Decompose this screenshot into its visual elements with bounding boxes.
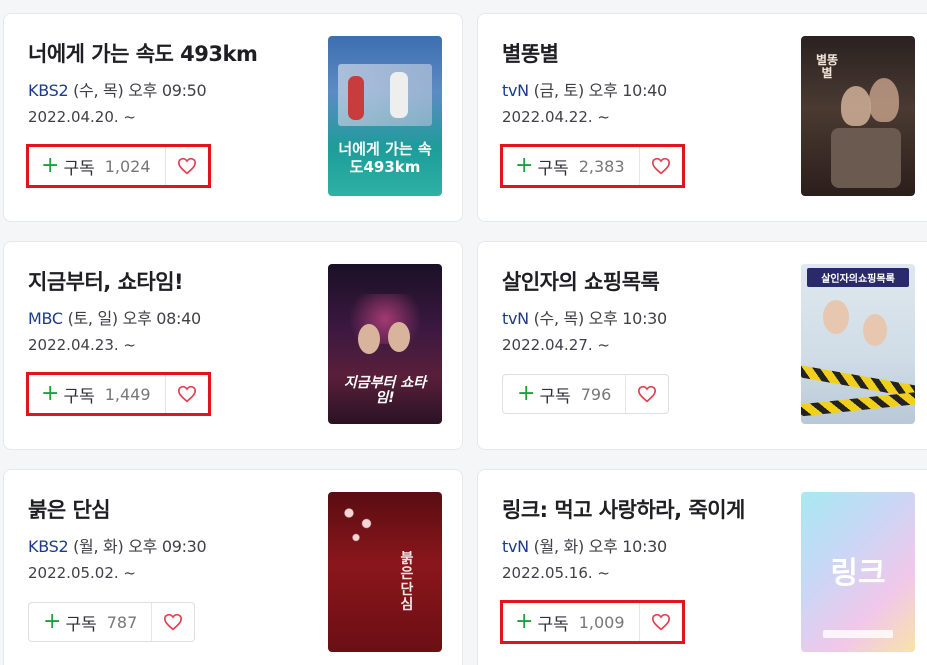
- drama-poster[interactable]: 살인자의쇼핑목록: [801, 264, 915, 424]
- plus-icon: +: [515, 153, 534, 178]
- schedule: (금, 토) 오후 10:40: [528, 81, 668, 100]
- subscriber-count: 1,449: [104, 384, 151, 404]
- subscribe-label: 구독: [539, 386, 571, 407]
- broadcast-info: tvN (월, 화) 오후 10:30: [502, 533, 667, 557]
- drama-title[interactable]: 지금부터, 쇼타임!: [28, 266, 184, 296]
- subscribe-group: + 구독 1,024: [26, 144, 211, 188]
- drama-card[interactable]: 지금부터, 쇼타임! MBC (토, 일) 오후 08:40 2022.04.2…: [3, 241, 463, 450]
- channel-link[interactable]: MBC: [28, 309, 63, 328]
- drama-title[interactable]: 붉은 단심: [28, 494, 111, 524]
- subscriber-count: 1,009: [578, 612, 625, 632]
- heart-icon[interactable]: [166, 147, 208, 185]
- drama-title[interactable]: 살인자의 쇼핑목록: [502, 266, 660, 296]
- plus-icon: +: [41, 153, 60, 178]
- drama-card[interactable]: 붉은 단심 KBS2 (월, 화) 오후 09:30 2022.05.02. ~…: [3, 469, 463, 665]
- subscribe-label: 구독: [65, 614, 97, 635]
- start-date: 2022.04.23. ~: [28, 336, 136, 354]
- schedule: (수, 목) 오후 09:50: [68, 81, 207, 100]
- drama-title[interactable]: 링크: 먹고 사랑하라, 죽이게: [502, 494, 745, 524]
- channel-link[interactable]: tvN: [502, 81, 529, 100]
- subscribe-button[interactable]: + 구독 796: [503, 375, 627, 413]
- drama-poster[interactable]: 지금부터 쇼타임!: [328, 264, 442, 424]
- channel-link[interactable]: tvN: [502, 309, 529, 328]
- drama-card[interactable]: 너에게 가는 속도 493km KBS2 (수, 목) 오후 09:50 202…: [3, 13, 463, 222]
- drama-poster[interactable]: 너에게 가는 속도493km: [328, 36, 442, 196]
- broadcast-info: KBS2 (수, 목) 오후 09:50: [28, 77, 207, 101]
- broadcast-info: MBC (토, 일) 오후 08:40: [28, 305, 201, 329]
- subscribe-label: 구독: [537, 614, 569, 635]
- poster-title: 별똥별: [815, 53, 839, 81]
- start-date: 2022.04.20. ~: [28, 108, 136, 126]
- channel-link[interactable]: tvN: [502, 537, 529, 556]
- drama-card[interactable]: 살인자의 쇼핑목록 tvN (수, 목) 오후 10:30 2022.04.27…: [477, 241, 927, 450]
- broadcast-info: KBS2 (월, 화) 오후 09:30: [28, 533, 207, 557]
- schedule: (월, 화) 오후 10:30: [528, 537, 668, 556]
- plus-icon: +: [515, 609, 534, 634]
- schedule: (수, 목) 오후 10:30: [528, 309, 668, 328]
- start-date: 2022.05.02. ~: [28, 564, 136, 582]
- subscriber-count: 787: [106, 612, 138, 632]
- subscribe-button[interactable]: + 구독 2,383: [503, 147, 640, 185]
- subscribe-button[interactable]: + 구독 1,009: [503, 603, 640, 641]
- poster-title: 살인자의쇼핑목록: [807, 268, 909, 287]
- plus-icon: +: [41, 381, 60, 406]
- channel-link[interactable]: KBS2: [28, 537, 69, 556]
- heart-icon[interactable]: [640, 603, 682, 641]
- subscribe-group: + 구독 1,449: [26, 372, 211, 416]
- start-date: 2022.04.27. ~: [502, 336, 610, 354]
- drama-card[interactable]: 링크: 먹고 사랑하라, 죽이게 tvN (월, 화) 오후 10:30 202…: [477, 469, 927, 665]
- subscribe-group: + 구독 1,009: [500, 600, 685, 644]
- broadcast-info: tvN (수, 목) 오후 10:30: [502, 305, 667, 329]
- drama-card[interactable]: 별똥별 tvN (금, 토) 오후 10:40 2022.04.22. ~ + 구…: [477, 13, 927, 222]
- drama-poster[interactable]: 별똥별: [801, 36, 915, 196]
- start-date: 2022.04.22. ~: [502, 108, 610, 126]
- poster-title: 붉은단심: [400, 551, 414, 614]
- drama-grid: 너에게 가는 속도 493km KBS2 (수, 목) 오후 09:50 202…: [0, 0, 927, 665]
- subscriber-count: 1,024: [104, 156, 151, 176]
- schedule: (토, 일) 오후 08:40: [62, 309, 202, 328]
- drama-title[interactable]: 너에게 가는 속도 493km: [28, 38, 258, 68]
- subscribe-label: 구독: [537, 158, 569, 179]
- poster-title: 링크: [830, 556, 886, 591]
- drama-poster[interactable]: 붉은단심: [328, 492, 442, 652]
- broadcast-info: tvN (금, 토) 오후 10:40: [502, 77, 667, 101]
- subscribe-group: + 구독 787: [28, 602, 196, 642]
- poster-title: 지금부터 쇼타임!: [343, 375, 427, 407]
- subscribe-button[interactable]: + 구독 1,449: [29, 375, 166, 413]
- start-date: 2022.05.16. ~: [502, 564, 610, 582]
- subscribe-button[interactable]: + 구독 1,024: [29, 147, 166, 185]
- plus-icon: +: [43, 609, 62, 634]
- drama-poster[interactable]: 링크: [801, 492, 915, 652]
- subscriber-count: 796: [580, 384, 612, 404]
- subscribe-label: 구독: [63, 158, 95, 179]
- subscribe-group: + 구독 2,383: [500, 144, 685, 188]
- heart-icon[interactable]: [152, 603, 194, 641]
- channel-link[interactable]: KBS2: [28, 81, 69, 100]
- subscriber-count: 2,383: [578, 156, 625, 176]
- subscribe-label: 구독: [63, 386, 95, 407]
- heart-icon[interactable]: [626, 375, 668, 413]
- subscribe-button[interactable]: + 구독 787: [29, 603, 153, 641]
- poster-title: 너에게 가는 속도493km: [338, 140, 432, 176]
- drama-title[interactable]: 별똥별: [502, 38, 559, 68]
- schedule: (월, 화) 오후 09:30: [68, 537, 207, 556]
- plus-icon: +: [517, 381, 536, 406]
- heart-icon[interactable]: [640, 147, 682, 185]
- heart-icon[interactable]: [166, 375, 208, 413]
- subscribe-group: + 구독 796: [502, 374, 670, 414]
